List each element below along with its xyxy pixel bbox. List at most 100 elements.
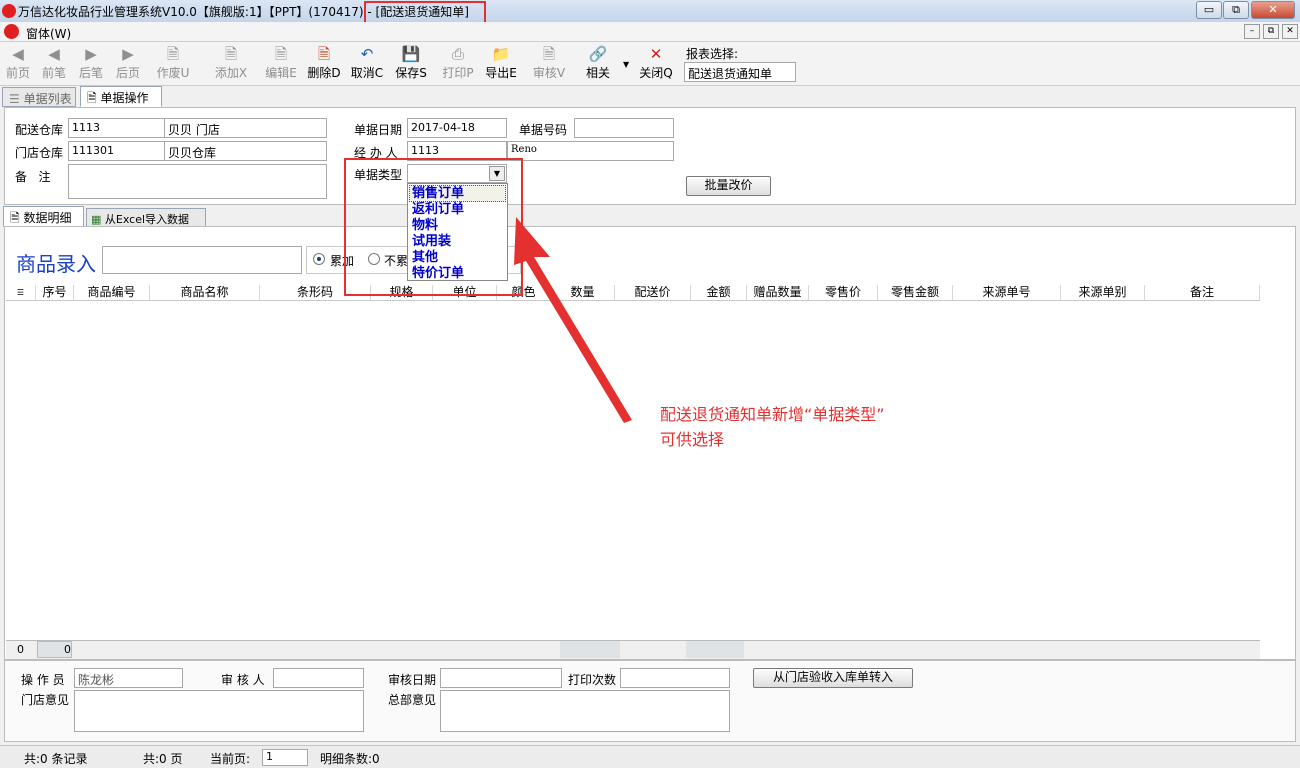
page-count: 共:0 页	[143, 752, 183, 766]
footer-cell	[560, 641, 620, 658]
store-opinion-label: 门店意见	[21, 693, 70, 707]
tab-excel-import[interactable]: ▦ 从Excel导入数据	[86, 208, 206, 227]
current-page-input[interactable]: 1	[262, 749, 308, 766]
toolbar: ◀ 前页 ◀ 前笔 ▶ 后笔 ▶ 后页 🗎 作废U 🗎 添加X 🗎 编辑E 🗎 删除D ↶ 取消C…	[0, 42, 1300, 86]
related-button[interactable]: 🔗 相关	[575, 44, 621, 84]
export-button[interactable]: 📁 导出E	[478, 44, 524, 84]
hq-opinion-label: 总部意见	[388, 693, 437, 707]
audit-icon: 🗎	[542, 45, 556, 63]
document-icon: 🗎	[87, 91, 97, 105]
auditor-field[interactable]	[273, 668, 364, 688]
col-amount[interactable]: 金额	[691, 285, 747, 300]
col-source-no[interactable]: 来源单号	[953, 285, 1061, 300]
footer-sum: 0	[64, 643, 71, 656]
maximize-button[interactable]: ⧉	[1223, 1, 1249, 19]
detail-count: 明细条数:0	[320, 752, 380, 766]
auditor-label: 审 核 人	[221, 673, 265, 687]
add-button[interactable]: 🗎 添加X	[208, 44, 254, 84]
record-count: 共:0 条记录	[24, 752, 88, 766]
print-icon: ⎙	[451, 45, 464, 63]
delete-icon: 🗎	[317, 45, 331, 63]
transfer-button[interactable]: 从门店验收入库单转入	[753, 668, 913, 688]
edit-icon: 🗎	[274, 45, 288, 63]
hq-opinion-field[interactable]	[440, 690, 730, 732]
annotation-arrow	[514, 217, 632, 423]
annotation-box	[344, 158, 523, 296]
mdi-close-button[interactable]: ✕	[1282, 24, 1298, 39]
undo-icon: ↶	[360, 45, 374, 63]
annotation-text-1: 配送退货通知单新增“单据类型”	[660, 405, 885, 424]
col-seq[interactable]: 序号	[36, 285, 74, 300]
delete-button[interactable]: 🗎 删除D	[301, 44, 347, 84]
tab-data-detail[interactable]: 🗎 数据明细	[3, 206, 84, 227]
print-count-label: 打印次数	[568, 673, 617, 687]
current-page-label: 当前页:	[210, 752, 251, 766]
footer-cell	[686, 641, 744, 658]
warehouse-code-field[interactable]: 1113	[68, 118, 166, 138]
grid-footer	[6, 640, 1260, 659]
void-button[interactable]: 🗎 作废U	[150, 44, 196, 84]
warehouse-label: 配送仓库	[15, 123, 64, 137]
batch-price-button[interactable]: 批量改价	[686, 176, 771, 196]
entry-label: 商品录入	[16, 252, 96, 276]
annotation-text-2: 可供选择	[660, 430, 725, 449]
col-source-type[interactable]: 来源单别	[1061, 285, 1145, 300]
list-icon: ☰	[9, 92, 20, 106]
close-icon: ✕	[649, 45, 663, 63]
menu-logo	[4, 24, 19, 39]
mdi-minimize-button[interactable]: –	[1244, 24, 1260, 39]
col-product-code[interactable]: 商品编号	[74, 285, 150, 300]
audit-date-label: 审核日期	[388, 673, 437, 687]
store-name-field[interactable]: 贝贝仓库	[164, 141, 327, 161]
tab-document-operate[interactable]: 🗎 单据操作	[80, 86, 162, 107]
tab-document-list[interactable]: ☰ 单据列表	[2, 87, 76, 107]
cancel-button[interactable]: ↶ 取消C	[344, 44, 390, 84]
report-select[interactable]: 配送退货通知单	[684, 62, 796, 82]
radio-accumulate[interactable]	[313, 253, 325, 265]
close-form-button[interactable]: ✕ 关闭Q	[633, 44, 679, 84]
last-page-button[interactable]: ▶ 后页	[105, 44, 151, 84]
export-icon: 📁	[491, 45, 511, 63]
edit-button[interactable]: 🗎 编辑E	[258, 44, 304, 84]
col-retail-price[interactable]: 零售价	[809, 285, 878, 300]
document-icon: 🗎	[10, 211, 20, 225]
status-bar: 共:0 条记录 共:0 页 当前页: 1 明细条数:0	[0, 745, 1300, 768]
operator-label: 操 作 员	[21, 673, 65, 687]
excel-icon: ▦	[91, 213, 102, 226]
warehouse-name-field[interactable]: 贝贝 门店	[164, 118, 327, 138]
handler-name-field[interactable]: Reno	[507, 141, 674, 161]
menu-window[interactable]: 窗体(W)	[26, 25, 71, 42]
docno-label: 单据号码	[519, 123, 568, 137]
report-select-label: 报表选择:	[686, 47, 739, 61]
footer-count: 0	[17, 643, 24, 656]
col-gift-qty[interactable]: 赠品数量	[747, 285, 809, 300]
col-retail-amount[interactable]: 零售金额	[878, 285, 953, 300]
col-remark[interactable]: 备注	[1145, 285, 1260, 300]
app-logo	[2, 4, 16, 18]
product-entry-input[interactable]	[102, 246, 302, 274]
mdi-restore-button[interactable]: ⧉	[1263, 24, 1279, 39]
store-label: 门店仓库	[15, 146, 64, 160]
link-icon: 🔗	[588, 45, 608, 63]
row-selector-icon[interactable]: ☰	[6, 285, 36, 300]
audit-date-field[interactable]	[440, 668, 562, 688]
add-icon: 🗎	[224, 45, 238, 63]
col-product-name[interactable]: 商品名称	[150, 285, 260, 300]
date-field[interactable]: 2017-04-18	[407, 118, 507, 138]
related-dropdown-arrow-icon[interactable]: ▼	[623, 60, 629, 69]
operator-field[interactable]: 陈龙彬	[74, 668, 183, 688]
store-opinion-field[interactable]	[74, 690, 364, 732]
remark-field[interactable]	[68, 164, 327, 199]
last-page-icon: ▶	[122, 45, 134, 63]
minimize-button[interactable]: ▭	[1196, 1, 1222, 19]
print-count-field[interactable]	[620, 668, 730, 688]
audit-button[interactable]: 🗎 审核V	[526, 44, 572, 84]
title-bar: 万信达化妆品行业管理系统V10.0【旗舰版:1】【PPT】(170417) - …	[0, 0, 1300, 31]
store-code-field[interactable]: 111301	[68, 141, 166, 161]
date-label: 单据日期	[354, 123, 403, 137]
close-button[interactable]: ✕	[1251, 1, 1295, 19]
save-button[interactable]: 💾 保存S	[388, 44, 434, 84]
docno-field[interactable]	[574, 118, 674, 138]
print-button[interactable]: ⎙ 打印P	[435, 44, 481, 84]
void-icon: 🗎	[166, 45, 180, 63]
